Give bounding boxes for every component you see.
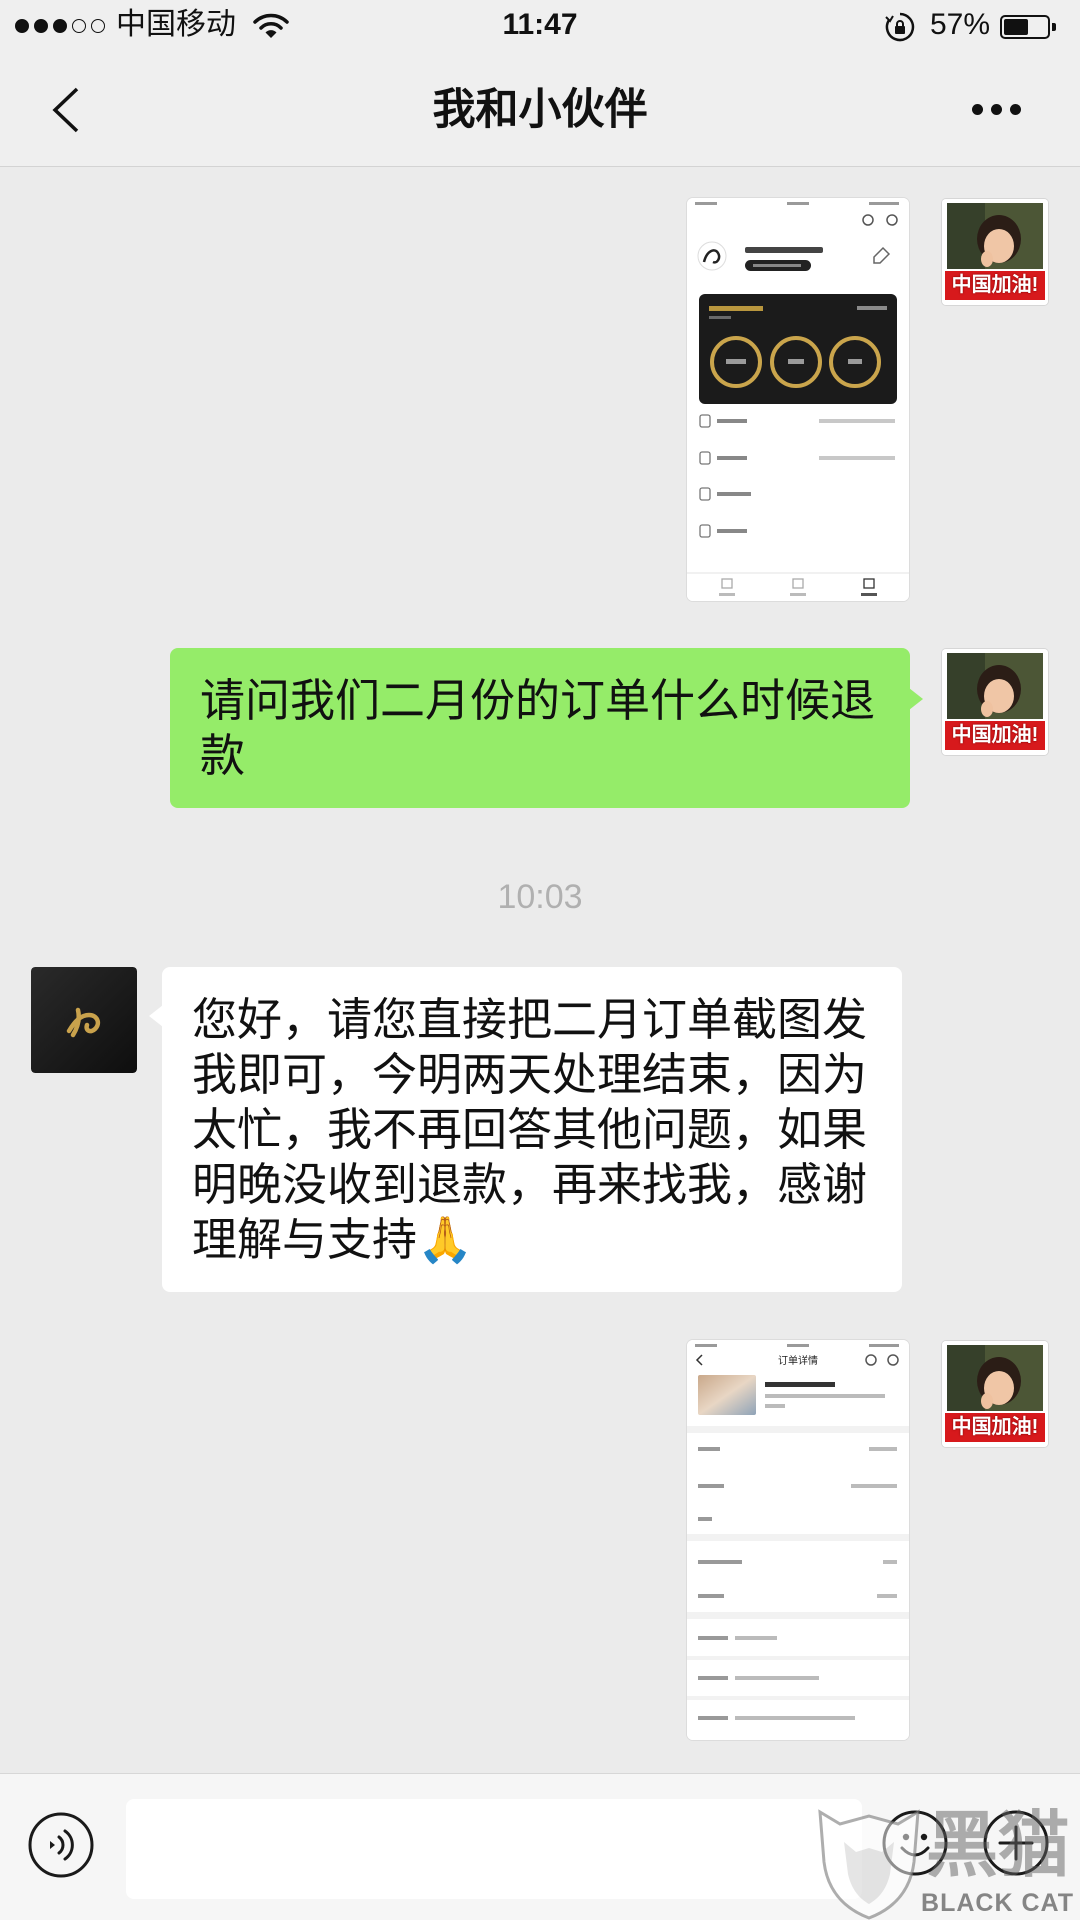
message-text-line: 明晚没收到退款，再来找我，感谢	[192, 1159, 868, 1210]
message-text-line: 款	[200, 730, 246, 781]
dot	[991, 104, 1002, 115]
message-timestamp: 10:03	[497, 878, 583, 916]
avatar-banner-text: 中国加油!	[951, 274, 1039, 296]
clock: 11:47	[502, 8, 578, 41]
sent-image-thumbnail[interactable]	[687, 198, 909, 601]
watermark-english: BLACK CAT	[921, 1889, 1074, 1917]
more-dots-icon[interactable]	[972, 104, 1021, 115]
thumb-membership-card	[699, 294, 897, 404]
nav-bar: 我和小伙伴	[0, 54, 1080, 167]
rotation-lock-icon	[885, 12, 915, 42]
avatar-banner-text: 中国加油!	[951, 1416, 1039, 1438]
screenshot-image: 订单详情	[687, 1340, 909, 1740]
battery-cap	[1052, 23, 1056, 31]
gold-logo-icon	[31, 967, 137, 1073]
chat-title: 我和小伙伴	[432, 86, 648, 134]
status-bar: 中国移动 11:47 57%	[0, 0, 1080, 54]
watermark-chinese: 黑猫	[925, 1806, 1070, 1886]
voice-icon[interactable]	[28, 1812, 94, 1878]
message-text-line: 您好，请您直接把二月订单截图发	[192, 994, 868, 1045]
sent-text-bubble[interactable]: 请问我们二月份的订单什么时候退 款	[170, 648, 923, 808]
received-text-bubble[interactable]: 您好，请您直接把二月订单截图发 我即可，今明两天处理结束，因为 太忙，我不再回答…	[149, 967, 902, 1292]
dot	[1010, 104, 1021, 115]
battery-icon	[1000, 15, 1056, 39]
thumb-title: 订单详情	[778, 1354, 818, 1367]
message-text-line: 太忙，我不再回答其他问题，如果	[192, 1104, 868, 1155]
my-avatar[interactable]: 中国加油!	[942, 199, 1048, 305]
black-cat-logo-icon	[818, 1809, 920, 1920]
screenshot-image	[687, 198, 909, 601]
my-avatar[interactable]: 中国加油!	[942, 649, 1048, 755]
dot	[972, 104, 983, 115]
message-text-line: 理解与支持🙏	[192, 1214, 474, 1265]
avatar-banner-text: 中国加油!	[951, 724, 1039, 746]
contact-avatar[interactable]	[31, 967, 137, 1073]
battery-fill	[1004, 19, 1028, 35]
message-text-line: 我即可，今明两天处理结束，因为	[192, 1049, 868, 1100]
battery-percentage: 57%	[930, 8, 991, 41]
message-text-line: 请问我们二月份的订单什么时候退	[200, 675, 876, 726]
message-input[interactable]	[126, 1799, 862, 1899]
my-avatar[interactable]: 中国加油!	[942, 1341, 1048, 1447]
sent-image-thumbnail[interactable]: 订单详情	[687, 1340, 909, 1740]
